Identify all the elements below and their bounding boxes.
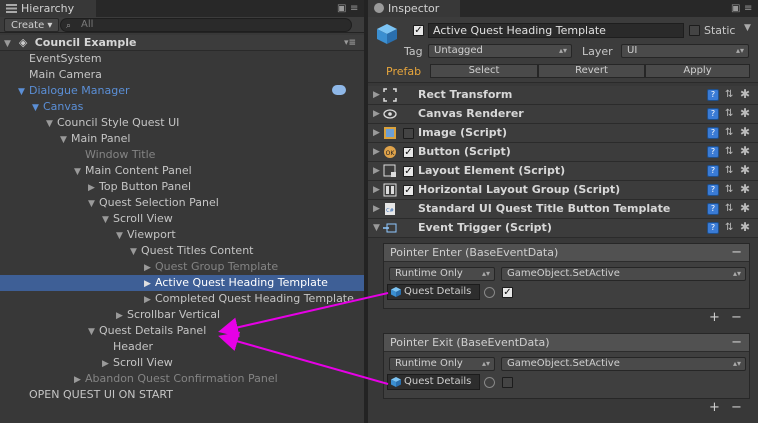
annotation-arrow [218, 331, 389, 385]
annotation-arrow [218, 292, 389, 338]
annotation-arrows [218, 292, 389, 385]
unity-editor: Hierarchy ▣ ≡ Create ▾ ⌕ All ▼ ◈ Council… [0, 0, 758, 423]
